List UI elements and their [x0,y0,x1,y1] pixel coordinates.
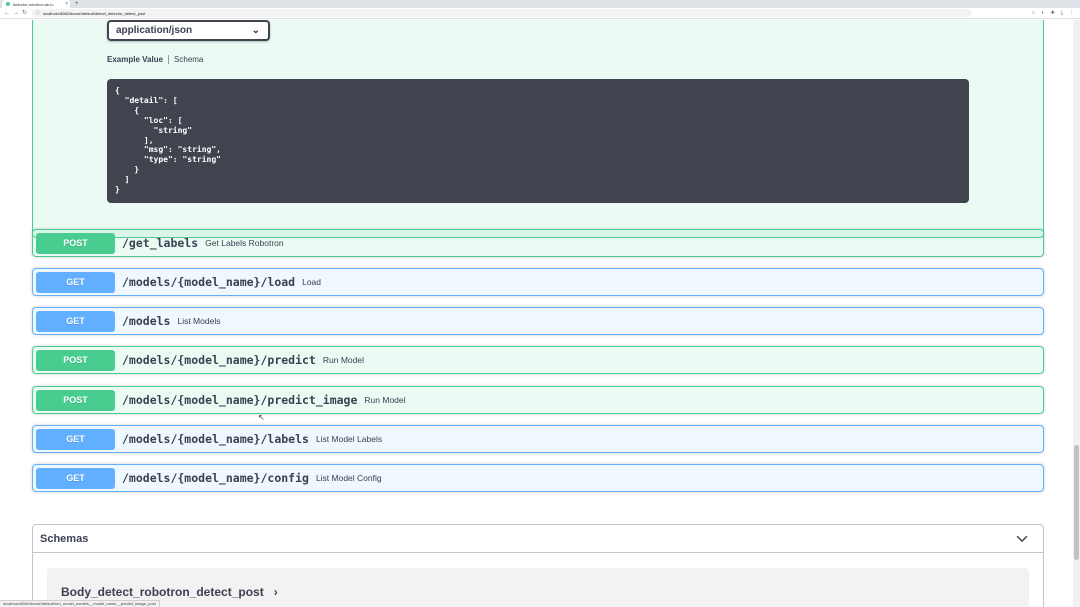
back-icon[interactable]: ← [4,9,10,18]
operation-list-labels[interactable]: GET /models/{model_name}/labels List Mod… [32,425,1044,453]
operation-list-models[interactable]: GET /models List Models [32,307,1044,335]
method-badge: GET [36,428,115,450]
operation-summary: Get Labels Robotron [205,238,284,248]
example-json: { "detail": [ { "loc": [ "string" ], "ms… [115,86,221,195]
operation-summary: List Model Config [315,473,382,483]
star-icon[interactable]: ☆ [1031,9,1035,18]
scrollbar-thumb[interactable] [1074,445,1079,560]
menu-icon[interactable]: ⋮ [1069,9,1074,18]
favicon-icon [6,2,10,6]
info-icon[interactable]: ⓘ [36,10,40,16]
operation-get-labels[interactable]: POST /get_labels Get Labels Robotron [32,229,1044,257]
tab-close-icon[interactable]: × [65,1,68,7]
status-bar: localhost:8080/docs#/default/run_model_m… [0,600,160,607]
tab-strip: detector-robotron.ab.io × + [0,0,1080,8]
puzzle-icon[interactable]: ✚ [1051,9,1055,18]
chevron-down-icon[interactable] [1015,532,1029,546]
address-bar[interactable]: ⓘ localhost:8080/docs#/default/detect_de… [32,9,972,17]
chevron-right-icon: › [273,585,278,599]
operation-path: /models/{model_name}/predict [122,353,316,367]
schemas-section: Schemas Body_detect_robotron_detect_post… [32,524,1044,607]
tab-example-value[interactable]: Example Value [107,55,170,64]
operation-list-config[interactable]: GET /models/{model_name}/config List Mod… [32,464,1044,492]
tab-schema[interactable]: Schema [169,55,203,64]
operation-path: /models/{model_name}/load [122,275,296,289]
operation-summary: List Models [177,316,221,326]
new-tab-icon[interactable]: + [75,0,79,8]
media-type-value: application/json [116,25,193,36]
toolbar-icons: ☆ ◐ ✚ ⤓ ⋮ [1031,9,1074,18]
method-badge: POST [36,232,115,254]
method-badge: GET [36,271,115,293]
schema-model-name[interactable]: Body_detect_robotron_detect_post › [61,585,1015,599]
browser-toolbar: ← → ↻ ⓘ localhost:8080/docs#/default/det… [0,8,1080,19]
address-url: localhost:8080/docs#/default/detect_dete… [43,10,146,16]
operation-path: /get_labels [122,236,199,250]
operation-summary: Run Model [322,355,364,365]
method-badge: POST [36,349,115,371]
operation-predict[interactable]: POST /models/{model_name}/predict Run Mo… [32,346,1044,374]
swagger-page: application/json ⌄ Example Value Schema … [0,20,1080,607]
operation-path: /models/{model_name}/config [122,471,309,485]
extension-icon[interactable]: ◐ [1042,9,1045,18]
schema-model-label: Body_detect_robotron_detect_post [61,585,264,599]
method-badge: GET [36,467,115,489]
download-icon[interactable]: ⤓ [1061,9,1063,18]
schema-model-box[interactable]: Body_detect_robotron_detect_post › [47,568,1029,607]
operation-summary: Run Model [364,395,406,405]
method-badge: GET [36,310,115,332]
mouse-cursor-icon: ↖ [258,413,265,422]
example-schema-tabs: Example Value Schema [107,55,203,64]
tab-title: detector-robotron.ab.io [13,1,54,7]
example-code-block: { "detail": [ { "loc": [ "string" ], "ms… [107,79,969,203]
operation-summary: Load [302,277,322,287]
operation-summary: List Model Labels [315,434,383,444]
media-type-select[interactable]: application/json ⌄ [107,20,270,41]
operation-path: /models [122,314,171,328]
schemas-header[interactable]: Schemas [33,525,1043,553]
operation-load-model[interactable]: GET /models/{model_name}/load Load [32,268,1044,296]
forward-icon[interactable]: → [13,9,19,18]
operation-path: /models/{model_name}/predict_image [122,393,358,407]
reload-icon[interactable]: ↻ [22,9,27,18]
operation-path: /models/{model_name}/labels [122,432,309,446]
browser-tab[interactable]: detector-robotron.ab.io × [2,0,70,8]
chevron-down-icon: ⌄ [251,25,260,36]
schemas-title: Schemas [40,532,89,545]
operation-predict-image[interactable]: POST /models/{model_name}/predict_image … [32,386,1044,414]
method-badge: POST [36,389,115,411]
